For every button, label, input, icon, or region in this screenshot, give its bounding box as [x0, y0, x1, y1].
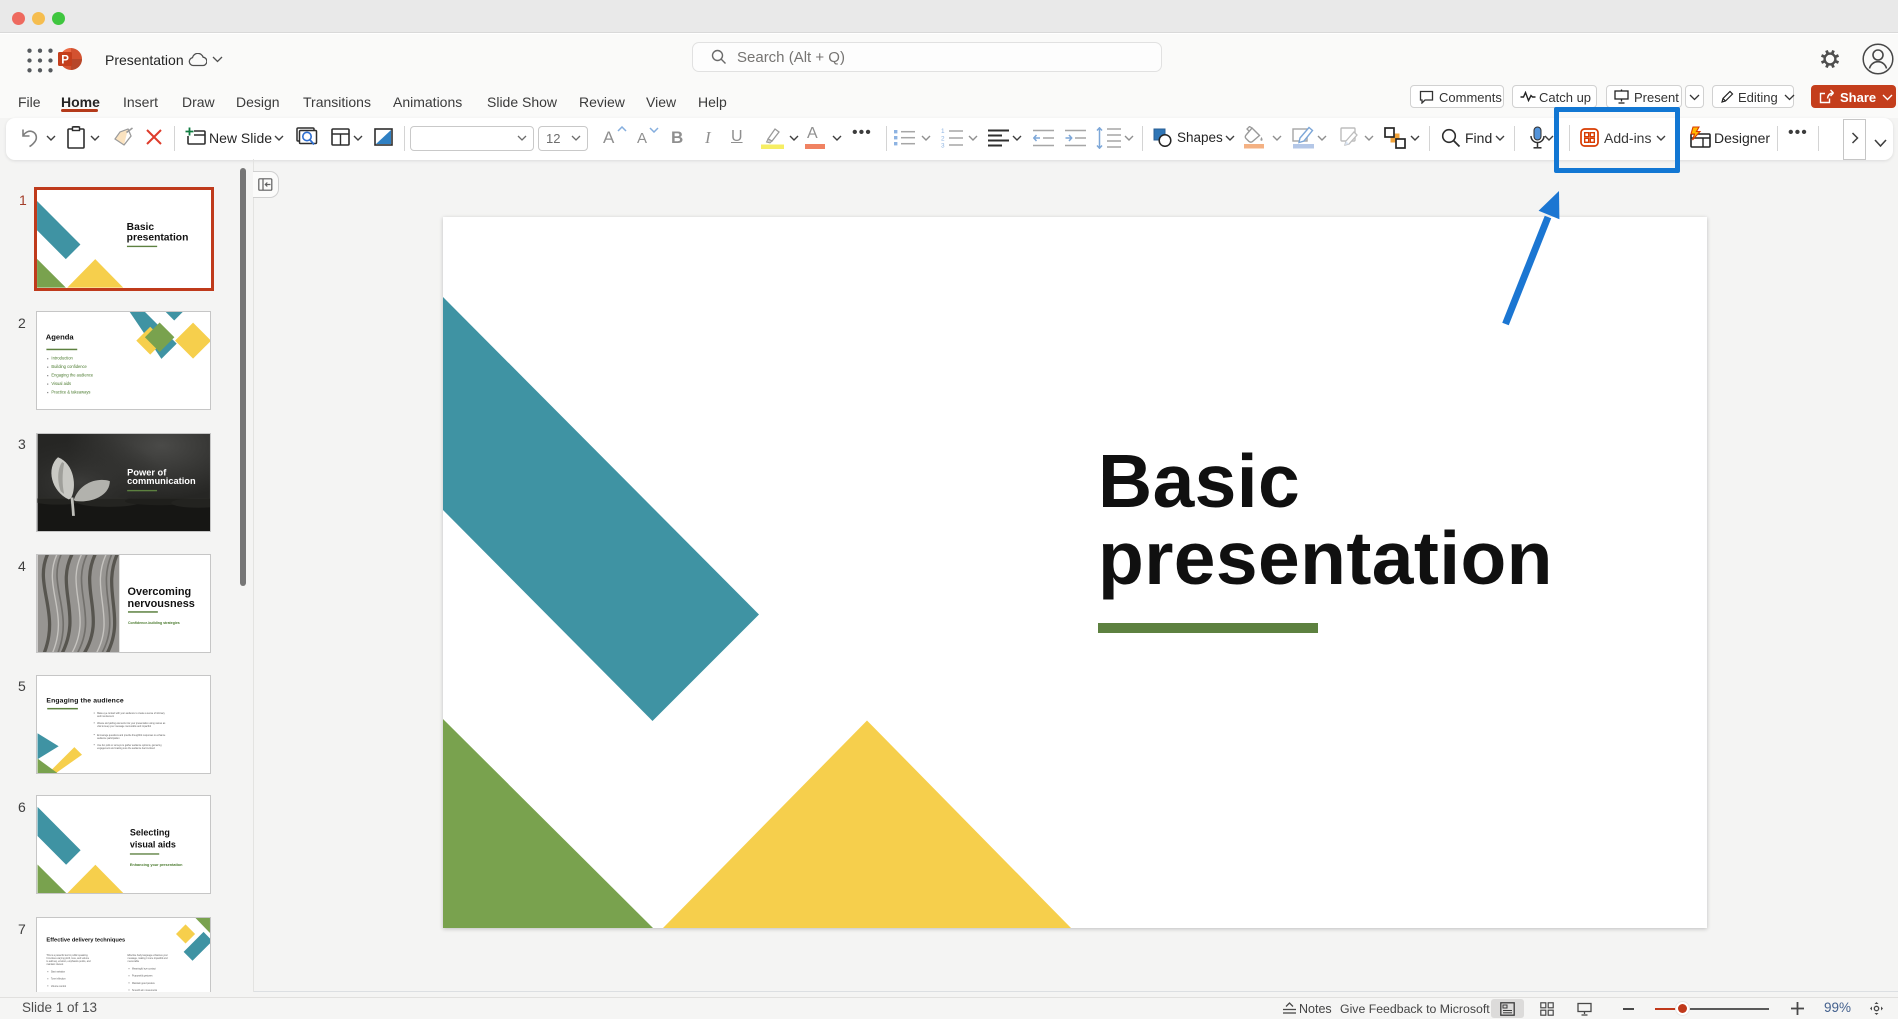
svg-text:presentation: presentation: [127, 232, 189, 243]
svg-text:2: 2: [941, 135, 945, 142]
svg-text:Basic: Basic: [127, 222, 155, 233]
svg-text:Effective delivery techniques: Effective delivery techniques: [46, 937, 125, 943]
svg-text:Selecting: Selecting: [129, 828, 169, 838]
svg-text:visual aids: visual aids: [129, 839, 175, 849]
svg-text:Visual aids: Visual aids: [51, 381, 71, 386]
svg-text:Introduction: Introduction: [51, 356, 72, 361]
svg-text:Agenda: Agenda: [45, 333, 74, 342]
svg-text:1: 1: [941, 128, 945, 135]
svg-text:P: P: [61, 54, 69, 66]
svg-text:nervousness: nervousness: [127, 598, 194, 610]
svg-text:Building confidence: Building confidence: [51, 364, 87, 369]
svg-text:Confidence-building strategies: Confidence-building strategies: [127, 621, 179, 625]
svg-text:Enhancing your presentation: Enhancing your presentation: [129, 863, 182, 867]
svg-text:3: 3: [941, 143, 945, 148]
svg-text:Engaging the audience: Engaging the audience: [46, 697, 124, 704]
svg-text:Overcoming: Overcoming: [127, 586, 191, 598]
svg-text:Engaging the audience: Engaging the audience: [51, 373, 93, 378]
svg-text:communication: communication: [127, 476, 196, 486]
svg-text:Practice & takeaways: Practice & takeaways: [51, 390, 90, 395]
